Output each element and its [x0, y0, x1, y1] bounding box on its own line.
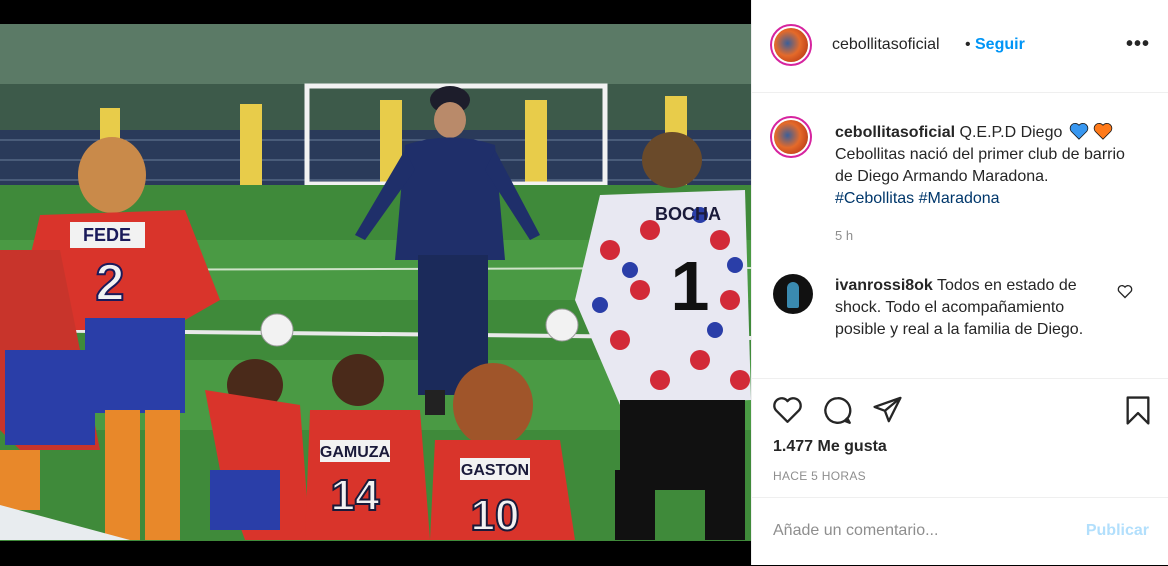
commenter-username[interactable]: ivanrossi8ok — [835, 277, 933, 294]
shirt-number-1: 1 — [671, 247, 710, 325]
shirt-number-2: 2 — [96, 254, 125, 312]
shirt-name-gaston: GASTON — [461, 462, 529, 479]
shirt-number-14: 14 — [331, 471, 380, 520]
posted-time[interactable]: HACE 5 HORAS — [773, 469, 866, 483]
shirt-name-fede: FEDE — [83, 225, 131, 245]
add-comment-bar: Añade un comentario... Publicar — [752, 497, 1168, 566]
save-bookmark-icon[interactable] — [1124, 395, 1152, 426]
caption-username[interactable]: cebollitasoficial — [835, 124, 955, 141]
shirt-name-bocha: BOCHA — [655, 204, 721, 224]
post-header: cebollitasoficial • Seguir ••• — [752, 0, 1168, 93]
author-username[interactable]: cebollitasoficial — [832, 36, 940, 54]
comment-input[interactable]: Añade un comentario... — [773, 522, 938, 540]
comment-bubble-icon[interactable] — [822, 395, 853, 426]
share-paper-plane-icon[interactable] — [872, 395, 903, 424]
post-photo[interactable]: FEDE 2 BOCHA 1 GAMUZA 14 GASTON 10 — [0, 0, 751, 565]
blue-heart-icon — [1069, 123, 1089, 140]
commenter-avatar[interactable] — [773, 274, 813, 314]
hashtag-cebollitas[interactable]: #Cebollitas — [835, 190, 914, 207]
orange-heart-icon — [1094, 123, 1113, 140]
caption-line2: Cebollitas nació del primer club de barr… — [835, 146, 1125, 185]
post-actions: 1.477 Me gusta HACE 5 HORAS — [752, 378, 1168, 497]
publish-button[interactable]: Publicar — [1086, 522, 1149, 540]
shirt-name-gamuza: GAMUZA — [320, 444, 391, 461]
follow-button[interactable]: Seguir — [975, 36, 1025, 54]
caption-avatar[interactable] — [770, 116, 812, 158]
caption-time[interactable]: 5 h — [835, 228, 853, 243]
caption-text: cebollitasoficial Q.E.P.D Diego Cebollit… — [835, 122, 1145, 210]
author-avatar[interactable] — [770, 24, 812, 66]
comment-like-icon[interactable] — [1117, 284, 1133, 299]
separator-dot: • — [965, 36, 971, 53]
photo-illustration: FEDE 2 BOCHA 1 GAMUZA 14 GASTON 10 — [0, 0, 751, 565]
hashtag-maradona[interactable]: #Maradona — [919, 190, 1000, 207]
like-count[interactable]: 1.477 Me gusta — [773, 438, 887, 456]
comment-text: ivanrossi8ok Todos en estado de shock. T… — [835, 275, 1105, 341]
more-options-icon[interactable]: ••• — [1126, 33, 1150, 56]
post-side-panel: cebollitasoficial • Seguir ••• cebollita… — [751, 0, 1168, 565]
shirt-number-10: 10 — [471, 491, 520, 540]
like-heart-icon[interactable] — [772, 395, 803, 424]
caption-body: Q.E.P.D Diego — [959, 124, 1063, 141]
